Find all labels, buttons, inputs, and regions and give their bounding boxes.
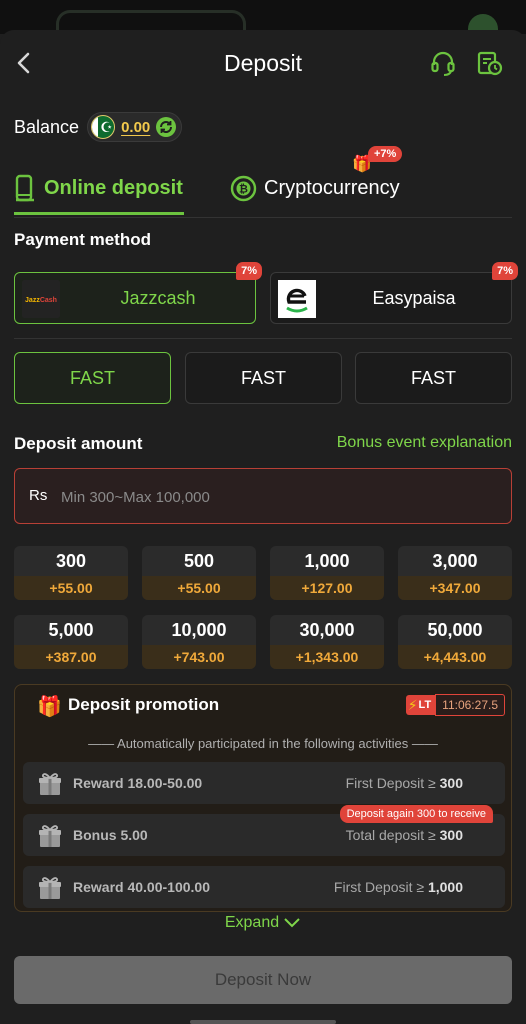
bitcoin-icon: ₿ (230, 175, 257, 201)
amount-chip[interactable]: 30,000 +1,343.00 (270, 615, 384, 669)
bonus-percent-badge: +7% (368, 146, 403, 162)
channel-fast-3[interactable]: FAST (355, 352, 512, 404)
activity-row[interactable]: Reward 40.00-100.00 First Deposit ≥ 1,00… (23, 866, 505, 908)
countdown: 11:06:27.5 (435, 694, 505, 716)
home-indicator (190, 1020, 336, 1024)
activity-row[interactable]: Reward 18.00-50.00 First Deposit ≥ 300 (23, 762, 505, 804)
gift-icon: 🎁 (37, 696, 62, 718)
bonus-event-link[interactable]: Bonus event explanation (337, 434, 512, 452)
deposit-amount-title: Deposit amount (14, 434, 143, 453)
balance-pill: ☪ 0.00 (87, 112, 183, 142)
svg-text:₿: ₿ (239, 183, 248, 195)
deposit-again-badge: Deposit again 300 to receive (339, 805, 493, 823)
header: Deposit (0, 30, 526, 96)
payment-name: Jazzcash (120, 288, 196, 308)
amount-input[interactable] (61, 479, 491, 515)
jazzcash-logo-icon: JazzCash (22, 280, 60, 318)
tab-active-indicator (14, 212, 184, 215)
amount-chip[interactable]: 500 +55.00 (142, 546, 256, 600)
payment-name: Easypaisa (372, 288, 456, 308)
svg-text:JazzCash: JazzCash (25, 297, 57, 304)
amount-field: Rs (14, 468, 512, 524)
phone-icon (15, 174, 34, 202)
currency-label: Rs (29, 487, 48, 504)
app-backdrop (0, 0, 526, 36)
refresh-icon[interactable] (155, 116, 177, 138)
amount-chip[interactable]: 50,000 +4,443.00 (398, 615, 512, 669)
chevron-down-icon (284, 918, 300, 928)
amount-chip[interactable]: 300 +55.00 (14, 546, 128, 600)
balance-row: Balance ☪ 0.00 (14, 112, 183, 142)
bonus-percent-badge: 7% (236, 262, 262, 280)
payment-jazzcash[interactable]: JazzCash Jazzcash 7% (14, 262, 262, 324)
channel-fast-1[interactable]: FAST (14, 352, 171, 404)
promotion-timer: ⚡ LT 11:06:27.5 (405, 694, 505, 716)
amount-chip[interactable]: 5,000 +387.00 (14, 615, 128, 669)
channel-fast-2[interactable]: FAST (185, 352, 342, 404)
deposit-promotion-panel: 🎁 Deposit promotion ⚡ LT 11:06:27.5 —— Au… (14, 684, 512, 912)
amount-chip[interactable]: 3,000 +347.00 (398, 546, 512, 600)
gift-box-icon (39, 825, 61, 847)
tab-cryptocurrency[interactable]: ₿ Cryptocurrency (230, 162, 430, 214)
deposit-tabs: Online deposit ₿ Cryptocurrency (0, 162, 526, 218)
support-button[interactable] (428, 48, 458, 78)
headset-icon (431, 51, 455, 76)
payment-method-title: Payment method (14, 230, 151, 249)
promotion-title: Deposit promotion (68, 695, 220, 714)
activity-row[interactable]: Bonus 5.00 Total deposit ≥ 300 Deposit a… (23, 805, 505, 856)
deposit-now-button[interactable]: Deposit Now (14, 956, 512, 1004)
record-clock-icon (477, 51, 503, 76)
bonus-percent-badge: 7% (492, 262, 518, 280)
gift-box-icon (39, 773, 61, 795)
tab-online-deposit[interactable]: Online deposit (14, 162, 184, 214)
history-button[interactable] (474, 48, 504, 78)
auto-participate-note: —— Automatically participated in the fol… (88, 736, 438, 751)
gift-box-icon (39, 877, 61, 899)
pakistan-flag-icon: ☪ (91, 115, 116, 139)
divider (14, 338, 512, 339)
amount-chip[interactable]: 10,000 +743.00 (142, 615, 256, 669)
balance-label: Balance (14, 116, 80, 137)
payment-easypaisa[interactable]: Easypaisa 7% (270, 262, 518, 324)
tab-label: Online deposit (44, 176, 183, 199)
lightning-icon: ⚡ (407, 696, 418, 713)
limited-time-tag: ⚡ LT (405, 695, 436, 715)
tab-label: Cryptocurrency (264, 176, 400, 199)
deposit-sheet: Deposit Balance ☪ 0.00 Online deposit ₿ … (0, 30, 526, 1024)
divider (14, 217, 512, 218)
easypaisa-logo-icon (278, 280, 316, 318)
balance-value: 0.00 (121, 118, 151, 136)
expand-button[interactable]: Expand (0, 914, 526, 932)
amount-chip[interactable]: 1,000 +127.00 (270, 546, 384, 600)
